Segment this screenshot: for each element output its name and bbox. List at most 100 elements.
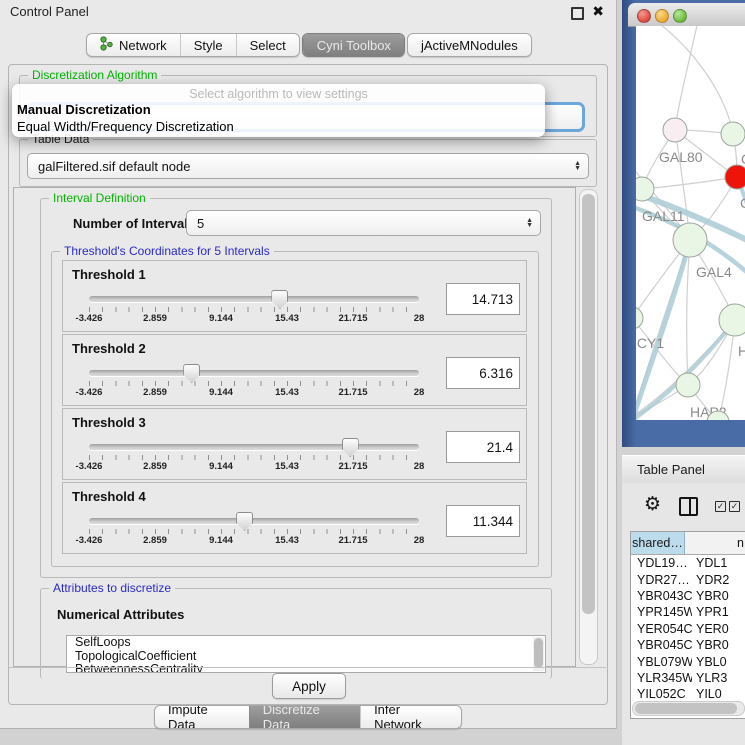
threshold-value-field[interactable]: 21.4 [446,431,520,463]
table-row[interactable]: YPR145WYPR1 [631,604,745,620]
settings-scrollbar[interactable] [579,189,598,665]
gear-icon[interactable]: ⚙ [644,495,661,514]
cell-name: YER0 [692,622,745,636]
tab-group-jactive: jActiveMNodules [407,33,532,57]
tab-cyni-toolbox[interactable]: Cyni Toolbox [303,34,404,56]
network-node-label: GCY1 [636,335,664,351]
algorithm-placeholder-option[interactable]: Select algorithm to view settings [12,87,545,101]
close-traffic-light-icon[interactable] [637,9,651,23]
zoom-traffic-light-icon[interactable] [673,9,687,23]
threshold-label: Threshold 4 [72,489,146,504]
threshold-row: Threshold 4 -3.4262.8599.14415.4321.7152… [62,482,527,554]
checkbox-icon[interactable]: ✓ [729,501,740,512]
cell-name: YBR0 [692,638,745,652]
cell-shared-name: YBL079W [631,655,692,669]
threshold-label: Threshold 2 [72,341,146,356]
table-row[interactable]: YBR043CYBR0 [631,588,745,604]
network-window-titlebar [628,3,745,27]
table-row[interactable]: YBR045CYBR0 [631,637,745,653]
close-icon[interactable]: ✖ [592,3,604,20]
threshold-value-field[interactable]: 14.713 [446,283,520,315]
table-panel-toolbar: ⚙ ✓ ✓ [622,491,745,527]
cell-name: YIL0 [692,687,745,701]
algorithm-dropdown-popup: Select algorithm to view settings Manual… [12,84,545,137]
tab-cyni-toolbox-label: Cyni Toolbox [317,38,391,53]
table-data-combobox[interactable]: galFiltered.sif default node ▲▼ [27,153,589,179]
table-panel-title: Table Panel [637,462,705,477]
network-canvas[interactable]: GAL80GCGAL11GAL4GCY1HHAP2 [636,26,745,420]
network-node[interactable] [725,165,745,189]
table-data-combobox-value: galFiltered.sif default node [38,159,190,174]
table-row[interactable]: YER054CYER0 [631,621,745,637]
cyni-toolbox-panel: Discretization Algorithm Table Data galF… [8,64,608,705]
threshold-row: Threshold 3 -3.4262.8599.14415.4321.7152… [62,408,527,480]
network-node[interactable] [663,118,687,142]
minimize-traffic-light-icon[interactable] [655,9,669,23]
tab-group-left: Network Style Select [86,33,300,57]
tab-style[interactable]: Style [180,34,236,56]
cell-name: YPR1 [692,605,745,619]
attributes-legend: Attributes to discretize [49,581,175,595]
attribute-list-item[interactable]: SelfLoops [67,636,545,650]
attribute-list-item[interactable]: TopologicalCoefficient [67,650,545,664]
threshold-slider[interactable] [89,296,419,302]
threshold-slider[interactable] [89,370,419,376]
number-of-intervals-combobox[interactable]: 5 ▲▼ [186,210,541,236]
column-header-name[interactable]: n [685,532,745,554]
table-row[interactable]: YDR27…YDR2 [631,571,745,587]
network-node-label: G [741,151,745,167]
columns-icon[interactable] [679,497,698,516]
threshold-slider[interactable] [89,444,419,450]
network-node[interactable] [676,373,700,397]
table-row[interactable]: YDL19…YDL1 [631,555,745,571]
discretization-algorithm-legend: Discretization Algorithm [28,68,161,82]
node-attribute-table[interactable]: shared… n YDL19…YDL1YDR27…YDR2YBR043CYBR… [630,531,745,719]
attributes-scrollbar[interactable] [533,637,544,671]
cell-name: YBR0 [692,589,745,603]
slider-tick-labels: -3.4262.8599.14415.4321.71528 [89,313,419,325]
tab-infer-network-label: Infer Network [374,705,448,729]
tab-style-label: Style [194,38,223,53]
tab-select[interactable]: Select [236,34,299,56]
network-node[interactable] [719,304,745,336]
network-node[interactable] [636,307,643,329]
table-row[interactable]: YBL079WYBL0 [631,653,745,669]
network-node-label: GAL4 [696,264,732,280]
bottom-tabs: Impute Data Discretize Data Infer Networ… [154,705,462,729]
apply-button[interactable]: Apply [272,673,346,699]
threshold-row: Threshold 1 -3.4262.8599.14415.4321.7152… [62,260,527,332]
network-node[interactable] [721,122,745,146]
number-of-intervals-label: Number of Intervals [73,216,195,231]
tab-jactivemnodules[interactable]: jActiveMNodules [408,34,531,56]
threshold-slider[interactable] [89,518,419,524]
column-header-shared-name[interactable]: shared… [631,532,685,554]
threshold-value-field[interactable]: 6.316 [446,357,520,389]
tab-discretize-data[interactable]: Discretize Data [249,706,360,728]
interval-definition-legend: Interval Definition [49,191,150,205]
tab-network[interactable]: Network [87,34,180,56]
number-of-intervals-value: 5 [197,216,204,231]
cell-name: YDR2 [692,573,745,587]
slider-tick-labels: -3.4262.8599.14415.4321.71528 [89,387,419,399]
float-window-icon[interactable] [571,7,584,20]
slider-ticks [89,381,419,386]
cell-shared-name: YER054C [631,622,692,636]
algorithm-option-manual[interactable]: Manual Discretization [17,102,151,117]
checkbox-icon[interactable]: ✓ [715,501,726,512]
tab-jactivemnodules-label: jActiveMNodules [421,38,518,53]
table-horizontal-scrollbar[interactable] [632,701,745,716]
slider-ticks [89,529,419,534]
table-panel-body: ⚙ ✓ ✓ shared… n YDL19…YDL1YDR27…YDR2YBR0… [622,483,745,745]
tab-impute-data[interactable]: Impute Data [155,706,249,728]
threshold-label: Threshold 3 [72,415,146,430]
network-node[interactable] [673,223,707,257]
apply-strip: Apply [9,667,606,704]
apply-button-label: Apply [292,679,326,694]
thresholds-legend: Threshold's Coordinates for 5 Intervals [60,244,274,258]
table-row[interactable]: YLR345WYLR3 [631,670,745,686]
threshold-value-field[interactable]: 11.344 [446,505,520,537]
table-header-row: shared… n [631,532,745,555]
algorithm-option-equal-width[interactable]: Equal Width/Frequency Discretization [17,119,234,134]
cell-name: YLR3 [692,671,745,685]
tab-infer-network[interactable]: Infer Network [360,706,461,728]
